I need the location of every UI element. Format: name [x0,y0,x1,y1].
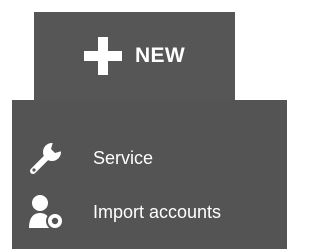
menu-item-import-accounts[interactable]: Import accounts [12,192,287,232]
menu-item-service-label: Service [93,147,154,168]
new-button-label: NEW [135,44,185,67]
user-import-icon [26,192,66,232]
plus-icon [84,37,123,75]
new-dropdown-panel: NEW Service Import accounts [0,0,287,249]
menu-item-import-accounts-label: Import accounts [93,201,222,222]
wrench-icon [26,138,66,178]
new-button[interactable]: NEW [34,12,235,100]
menu-item-service[interactable]: Service [12,138,287,178]
new-menu: Service Import accounts [12,100,287,249]
